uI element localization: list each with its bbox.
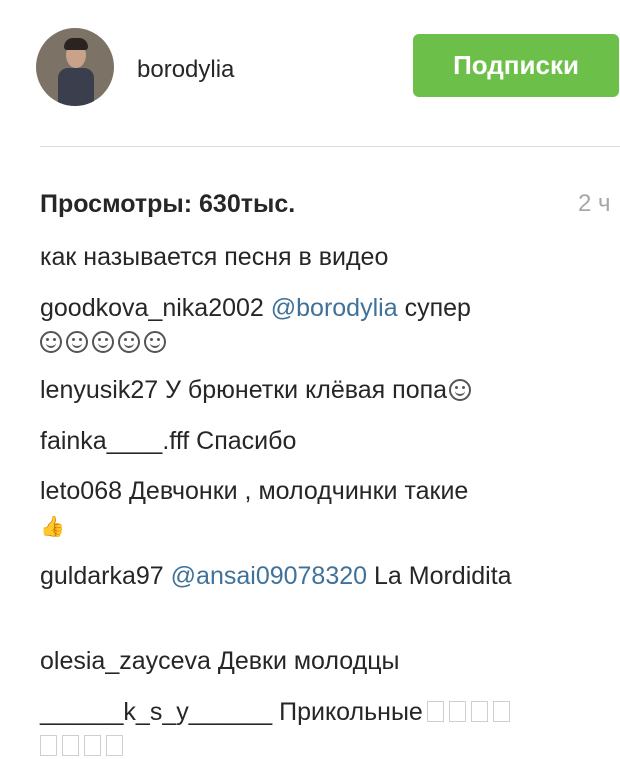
comment-text: как называется песня в видео — [40, 243, 389, 271]
comment: lenyusik27 У брюнетки клёвая попа — [40, 373, 610, 407]
avatar[interactable] — [36, 28, 114, 106]
comment-text: Девчонки , молодчинки такие — [128, 477, 469, 505]
comment-username[interactable]: leto068 — [40, 477, 122, 505]
smiley-emoji-icon — [118, 331, 140, 353]
post-time: 2 ч — [578, 190, 611, 217]
smiley-emoji-icon — [40, 331, 62, 353]
avatar-shirt — [58, 68, 94, 106]
comment: guldarka97 @ansai09078320 La Mordidita — [40, 559, 610, 593]
missing-glyph-box-icon — [40, 735, 57, 756]
smiley-emoji-icon — [92, 331, 114, 353]
comment-mention[interactable]: @borodylia — [271, 294, 398, 322]
missing-glyph-box-icon — [62, 735, 79, 756]
comment: olesia_zayceva Девки молодцы — [40, 644, 610, 678]
comment-text: Прикольные — [279, 698, 423, 726]
post-meta: Просмотры: 630тыс. 2 ч — [40, 190, 620, 222]
comment-username[interactable]: goodkova_nika2002 — [40, 294, 264, 322]
comment-username[interactable]: guldarka97 — [40, 562, 164, 590]
comment-username[interactable]: lenyusik27 — [40, 376, 158, 404]
missing-glyph-box-icon — [84, 735, 101, 756]
comment-text: супер — [404, 294, 471, 322]
comment-username[interactable]: olesia_zayceva — [40, 647, 211, 675]
missing-glyph-box-icon — [106, 735, 123, 756]
comment: как называется песня в видео — [40, 240, 610, 274]
missing-glyph-box-icon — [426, 701, 444, 722]
view-count: Просмотры: 630тыс. — [40, 190, 296, 218]
missing-glyph-box-icon — [492, 701, 510, 722]
divider — [40, 146, 620, 147]
smiley-emoji-icon — [144, 331, 166, 353]
comment: goodkova_nika2002 @borodylia супер — [40, 291, 610, 359]
following-button[interactable]: Подписки — [413, 34, 619, 97]
smiley-emoji-icon — [66, 331, 88, 353]
comment-text: Девки молодцы — [217, 647, 400, 675]
thumbs-up-emoji-icon: 👍 — [40, 516, 65, 538]
post-header: borodylia Подписки — [0, 0, 620, 148]
comment: leto068 Девчонки , молодчинки такие 👍 — [40, 474, 610, 544]
comment: ______k_s_y______ Прикольные — [40, 695, 610, 759]
comment-list: как называется песня в видео goodkova_ni… — [0, 230, 620, 759]
comment-text: La Mordidita — [374, 562, 512, 590]
comment-text: Спасибо — [196, 427, 297, 455]
smiley-emoji-icon — [449, 379, 472, 401]
comment: fainka____.fff Спасибо — [40, 424, 610, 458]
comment-username[interactable]: fainka____.fff — [40, 427, 189, 455]
comment-text: У брюнетки клёвая попа — [165, 376, 448, 404]
username[interactable]: borodylia — [137, 56, 234, 84]
comment-mention[interactable]: @ansai09078320 — [171, 562, 367, 590]
missing-glyph-box-icon — [448, 701, 466, 722]
comment-username[interactable]: ______k_s_y______ — [40, 698, 272, 726]
missing-glyph-box-icon — [470, 701, 488, 722]
avatar-hair — [64, 38, 88, 50]
